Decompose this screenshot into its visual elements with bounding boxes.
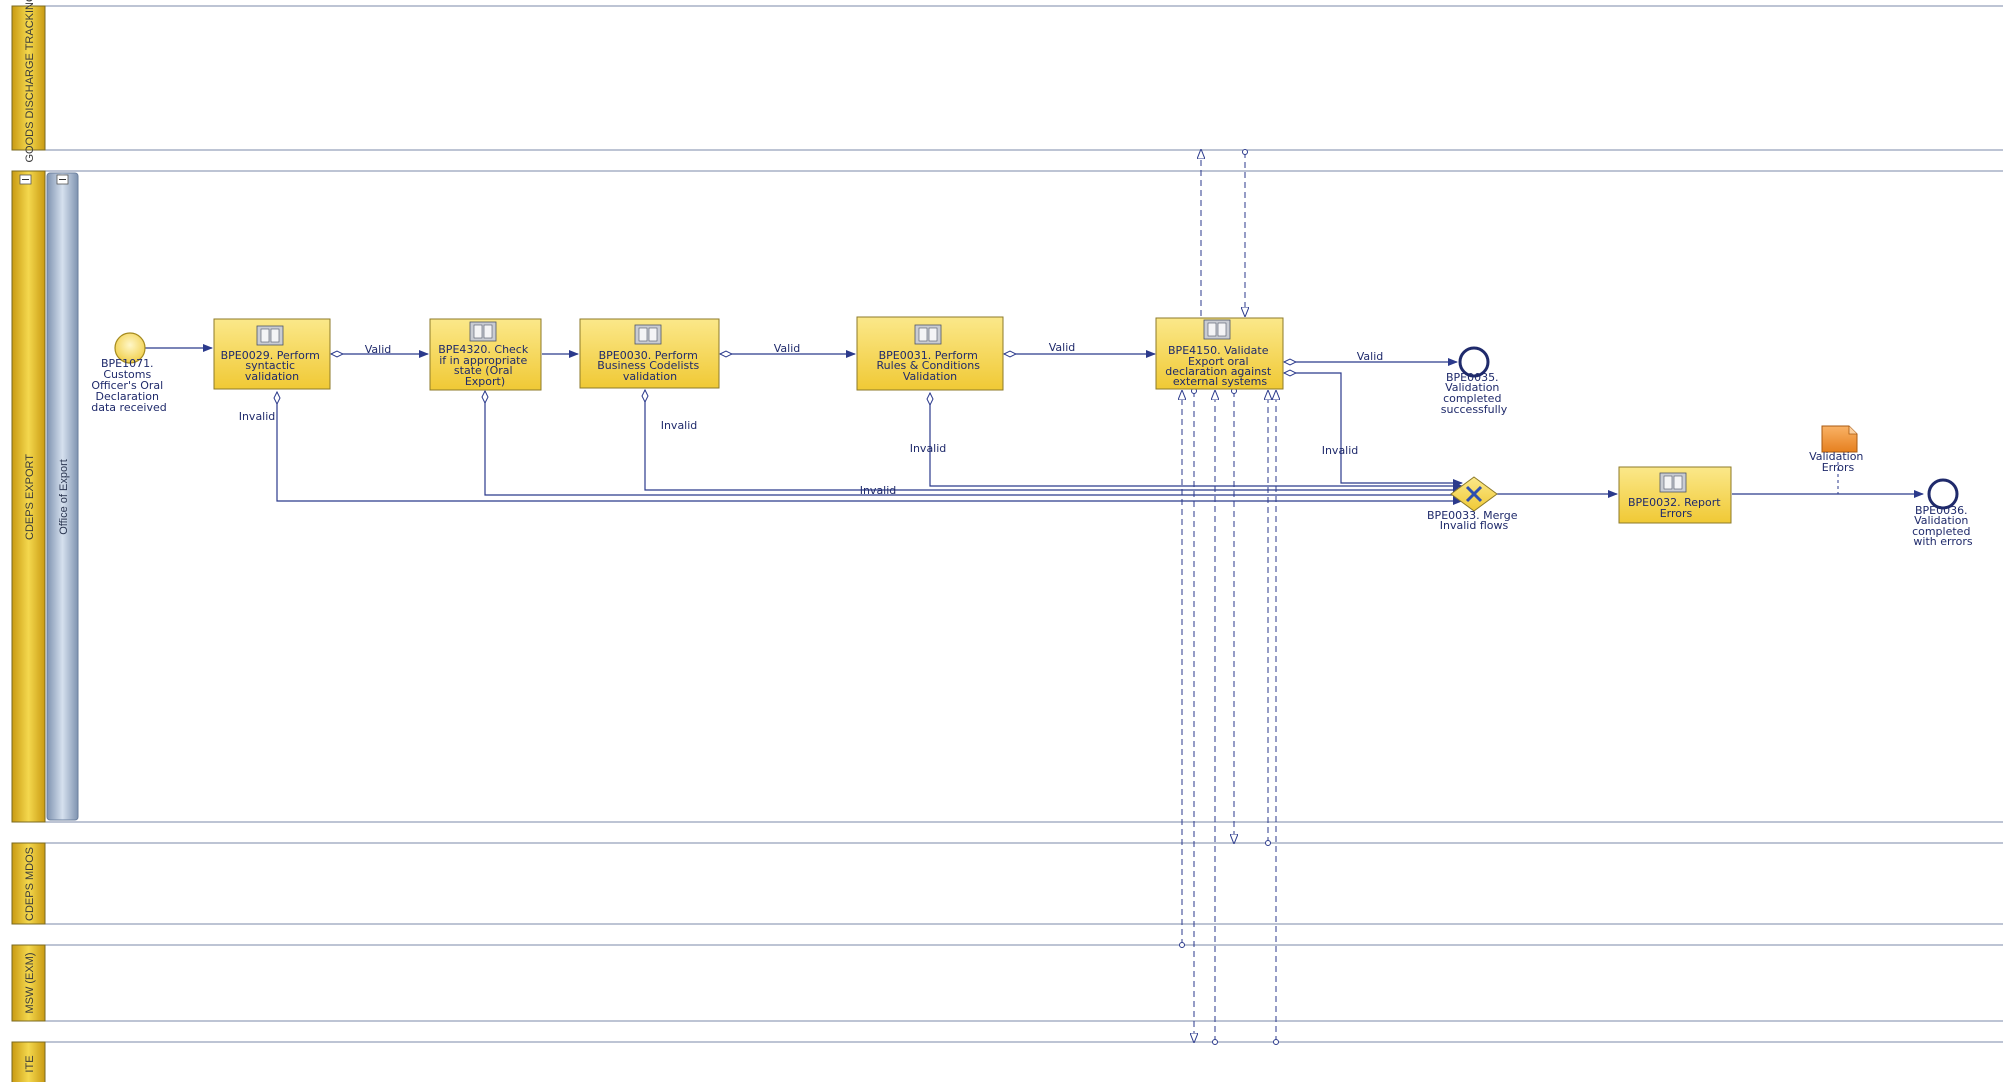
lane-goods-discharge-tracking: GOODS DISCHARGE TRACKING [11, 0, 2003, 163]
svg-text:BPE0035. Validation: BPE0035. Validation completed successful… [1441, 371, 1508, 416]
lane-cdeps-mdos: CDEPS MDOS [11, 842, 2003, 925]
lane-msw-exm: MSW (EXM) [11, 944, 2003, 1022]
end-event-label-line: successfully [1441, 403, 1508, 416]
task-label-line: Errors [1660, 507, 1693, 520]
label-valid-t3: Valid [774, 342, 801, 355]
label-invalid-t5: Invalid [1322, 444, 1359, 457]
service-task-icon [256, 325, 284, 346]
label-valid-t1: Valid [365, 343, 392, 356]
task-bpe4320[interactable]: BPE4320. Check if in appropriate state (… [429, 318, 542, 391]
service-task-icon [914, 324, 942, 345]
lane-label-goods-discharge-tracking: GOODS DISCHARGE TRACKING [24, 0, 36, 163]
task-label-line: Validation [903, 370, 957, 383]
bpmn-diagram: GOODS DISCHARGE TRACKING CDEPS EXPORT Of… [11, 0, 2003, 1082]
task-label-line: validation [623, 370, 677, 383]
label-invalid-t4: Invalid [910, 442, 947, 455]
service-task-icon [1203, 319, 1231, 340]
data-object-label-line: Errors [1822, 461, 1855, 474]
service-task-icon [634, 324, 662, 345]
lane-label-cdeps-export: CDEPS EXPORT [24, 454, 36, 540]
task-bpe0032[interactable]: BPE0032. Report Errors [1618, 466, 1732, 524]
start-event-label-line: data received [91, 401, 166, 414]
label-valid-t5: Valid [1357, 350, 1384, 363]
lane-ite: ITE [11, 1041, 2003, 1082]
svg-text:BPE1071. Customs O: BPE1071. Customs Officer's Oral Declarat… [91, 357, 166, 414]
lane-label-ite: ITE [24, 1055, 36, 1072]
end-event-label-line: with errors [1913, 535, 1972, 548]
svg-text:BPE0036. Validation: BPE0036. Validation completed with error… [1912, 504, 1974, 548]
label-invalid-t1: Invalid [239, 410, 276, 423]
svg-text:BPE4150. Validate Export: BPE4150. Validate Export oral declaratio… [1165, 344, 1274, 388]
task-label-line: external systems [1173, 375, 1268, 388]
task-bpe0030[interactable]: BPE0030. Perform Business Codelists vali… [579, 318, 720, 389]
gateway-label-line: Invalid flows [1440, 519, 1509, 532]
service-task-icon [469, 321, 497, 342]
lane-label-cdeps-mdos: CDEPS MDOS [24, 847, 36, 921]
service-task-icon [1659, 472, 1687, 493]
task-bpe0029[interactable]: BPE0029. Perform syntactic validation [213, 318, 331, 390]
label-invalid-t3: Invalid [661, 419, 698, 432]
task-label-line: Export) [465, 375, 505, 388]
task-bpe4150[interactable]: BPE4150. Validate Export oral declaratio… [1155, 317, 1284, 390]
sublane-label-office-of-export: Office of Export [58, 459, 70, 535]
lane-label-msw-exm: MSW (EXM) [24, 952, 36, 1013]
label-valid-t4: Valid [1049, 341, 1076, 354]
svg-text:BPE0033. Merge Invalid f: BPE0033. Merge Invalid flows [1427, 509, 1521, 532]
task-label-line: validation [245, 370, 299, 383]
label-invalid-merged: Invalid [860, 484, 897, 497]
task-bpe0031[interactable]: BPE0031. Perform Rules & Conditions Vali… [856, 316, 1004, 391]
